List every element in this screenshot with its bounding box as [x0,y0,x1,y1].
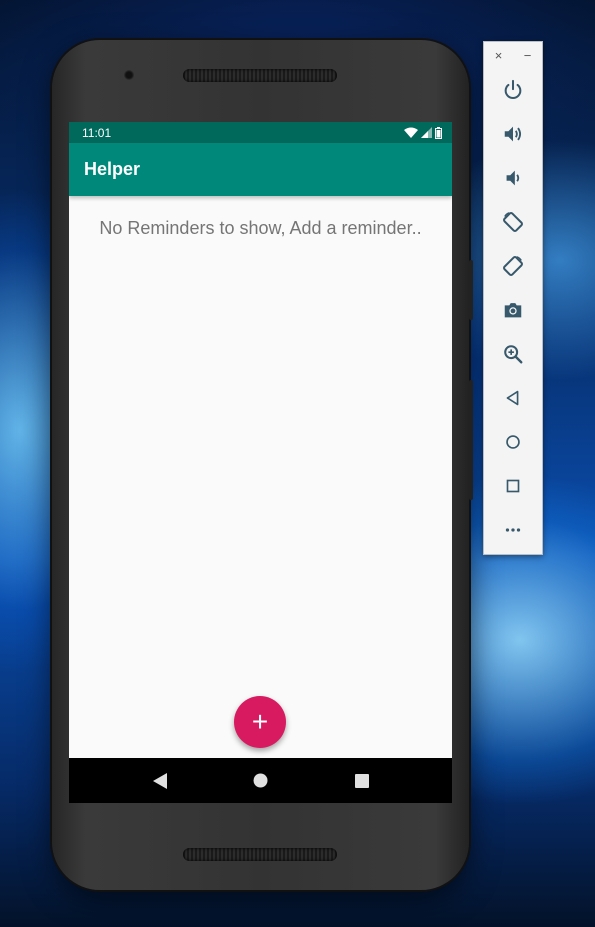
overview-icon [506,479,520,493]
power-icon [504,79,522,99]
volume-up-icon [504,126,522,142]
app-title: Helper [84,159,141,179]
wifi-icon [404,127,418,138]
overview-button[interactable] [484,464,542,508]
rotate-left-button[interactable] [484,200,542,244]
more-icon [505,528,521,532]
add-reminder-button[interactable]: + [234,696,286,748]
cell-signal-icon [421,127,432,138]
nav-home-button[interactable] [246,766,276,796]
rotate-right-button[interactable] [484,244,542,288]
battery-icon [435,126,442,139]
bottom-speaker [183,848,337,861]
top-speaker [183,69,337,82]
volume-rocker [469,260,473,320]
zoom-icon [504,345,523,364]
toolbar-header: × − [484,42,542,68]
minimize-icon[interactable]: − [524,48,532,63]
rotate-right-icon [503,256,523,276]
status-bar: 11:01 [69,122,452,143]
navigation-bar [69,758,452,803]
volume-down-button[interactable] [484,156,542,200]
nav-recents-button[interactable] [347,766,377,796]
zoom-button[interactable] [484,332,542,376]
close-icon[interactable]: × [495,48,503,63]
app-bar: Helper [69,143,452,196]
home-icon [506,435,520,449]
back-triangle-icon [152,772,167,789]
back-icon [506,390,519,406]
volume-down-icon [506,170,520,186]
side-button [469,380,473,500]
volume-up-button[interactable] [484,112,542,156]
rotate-left-icon [503,212,523,232]
front-camera [124,70,134,80]
power-button[interactable] [484,68,542,112]
back-button[interactable] [484,376,542,420]
empty-state-message: No Reminders to show, Add a reminder.. [99,218,422,238]
emulator-toolbar: × − [483,41,543,555]
more-button[interactable] [484,508,542,552]
status-icons [404,126,442,139]
screenshot-button[interactable] [484,288,542,332]
device-screen: 11:01 Helper No Reminders to show, Add a… [69,122,452,803]
camera-icon [504,303,522,318]
status-time: 11:01 [82,125,112,140]
nav-back-button[interactable] [145,766,175,796]
home-circle-icon [253,773,268,788]
recents-square-icon [354,773,369,788]
home-button[interactable] [484,420,542,464]
